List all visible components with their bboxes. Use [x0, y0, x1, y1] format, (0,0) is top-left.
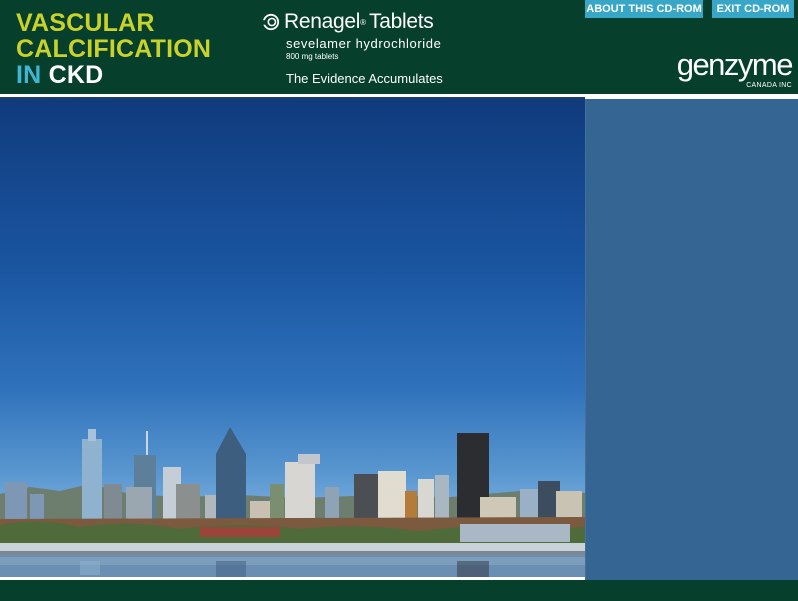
product-brand: Renagel ® Tablets sevelamer hydrochloride …	[262, 10, 443, 86]
title-line-3: IN CKD	[16, 62, 211, 88]
brand-row: Renagel ® Tablets	[262, 10, 434, 34]
title-line-2: CALCIFICATION	[16, 35, 212, 63]
app-title: VASCULAR CALCIFICATION IN CKD	[16, 10, 211, 88]
footer-bar	[0, 580, 798, 601]
brand-registered-mark: ®	[360, 17, 367, 27]
genzyme-wordmark: genzyme	[676, 47, 794, 82]
tagline: The Evidence Accumulates	[286, 71, 443, 86]
brand-name: Renagel	[284, 10, 361, 33]
side-panel	[585, 99, 798, 580]
title-in: IN	[16, 61, 42, 89]
dose-label: 800 mg tablets	[286, 52, 339, 61]
title-ckd: CKD	[48, 61, 104, 89]
exit-cd-rom-button[interactable]: EXIT CD-ROM	[712, 0, 794, 18]
company-subtitle: CANADA INC	[746, 82, 792, 89]
renagel-swirl-icon	[262, 13, 280, 31]
about-cd-rom-button[interactable]: ABOUT THIS CD-ROM	[585, 0, 703, 18]
generic-name: sevelamer hydrochloride	[286, 36, 442, 51]
title-line-1: VASCULAR	[16, 9, 155, 37]
brand-product: Tablets	[369, 10, 434, 33]
city-skyline-photo	[0, 99, 585, 580]
header-bar: VASCULAR CALCIFICATION IN CKD Renagel ® Ta…	[0, 0, 798, 94]
company-logo: genzyme CANADA INC	[676, 47, 794, 89]
skyline-illustration	[0, 427, 585, 580]
